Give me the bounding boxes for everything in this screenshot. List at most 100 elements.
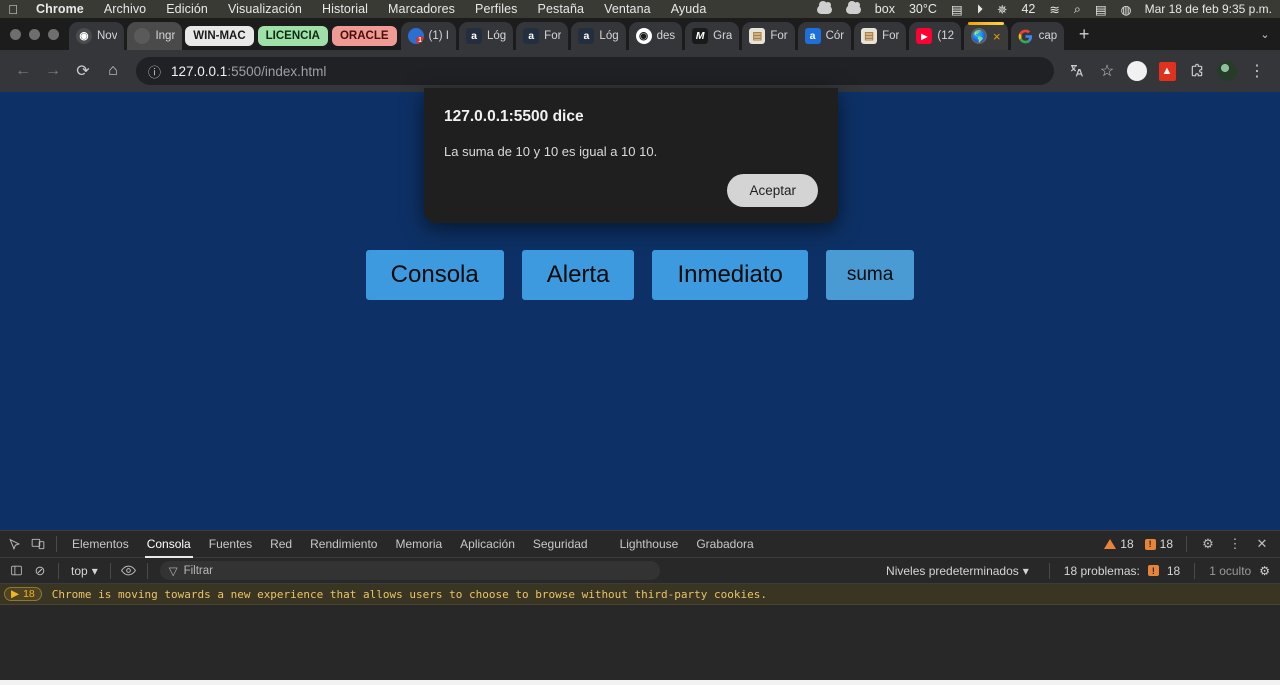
bluetooth-icon[interactable]: ✵: [990, 2, 1014, 17]
problems-label[interactable]: 18 problemas:: [1064, 564, 1140, 578]
cloud-icon-2[interactable]: [839, 0, 868, 14]
tab-amazon-1[interactable]: a Lóg: [458, 22, 514, 50]
live-expression-eye-icon[interactable]: [117, 557, 141, 584]
play-icon[interactable]: ⏵: [970, 2, 990, 17]
inspect-element-icon[interactable]: [2, 531, 26, 558]
tab-search-chevron-icon[interactable]: ⌄: [1250, 18, 1280, 50]
tab-lighthouse[interactable]: Lighthouse: [611, 531, 688, 558]
suma-button[interactable]: suma: [825, 250, 915, 300]
tab-red[interactable]: Red: [261, 531, 301, 558]
spotlight-search-icon[interactable]: ⌕: [1067, 2, 1088, 17]
error-count-badge[interactable]: ! 18: [1141, 537, 1177, 551]
box-logo[interactable]: box: [868, 2, 902, 16]
tab-amazon-blue[interactable]: a Cór: [797, 22, 852, 50]
menu-perfiles[interactable]: Perfiles: [465, 2, 527, 16]
extensions-icon[interactable]: [1182, 56, 1212, 86]
control-center-icon[interactable]: ▤: [1088, 2, 1114, 17]
menu-bar-clock[interactable]: Mar 18 de feb 9:35 p.m.: [1139, 2, 1280, 16]
tab-fuentes[interactable]: Fuentes: [200, 531, 261, 558]
warning-count-badge[interactable]: 18: [1100, 537, 1137, 551]
wifi-icon[interactable]: ≋: [1042, 2, 1066, 17]
tab-doc-1[interactable]: ▤ For: [742, 22, 795, 50]
home-icon[interactable]: ⌂: [98, 56, 128, 86]
numbers-icon[interactable]: ▤: [944, 2, 970, 17]
bookmark-star-icon[interactable]: ☆: [1092, 56, 1122, 86]
devtools-more-icon[interactable]: ⋮: [1223, 531, 1247, 558]
console-sidebar-icon[interactable]: [4, 557, 28, 584]
chrome-menu-icon[interactable]: ⋮: [1242, 56, 1272, 86]
menu-chrome[interactable]: Chrome: [26, 2, 94, 16]
tab-elementos[interactable]: Elementos: [63, 531, 138, 558]
filter-funnel-icon: ▽: [168, 565, 178, 578]
menu-ayuda[interactable]: Ayuda: [661, 2, 717, 16]
tab-google-cap[interactable]: cap: [1010, 22, 1065, 50]
message-count: 18: [23, 588, 35, 600]
warning-triangle-icon: [1104, 539, 1117, 549]
battery-icon[interactable]: 42: [1014, 2, 1042, 16]
accept-button[interactable]: Aceptar: [727, 174, 818, 207]
tab-label: des: [656, 30, 676, 42]
site-info-icon[interactable]: ⓘ: [148, 62, 161, 81]
tab-grabadora[interactable]: Grabadora: [687, 531, 762, 558]
tab-memoria[interactable]: Memoria: [386, 531, 451, 558]
window-close-button[interactable]: [10, 29, 21, 40]
profile-avatar[interactable]: [1212, 56, 1242, 86]
tab-amazon-3[interactable]: a Lóg: [571, 22, 626, 50]
console-warning-row[interactable]: ▶ 18 Chrome is moving towards a new expe…: [0, 584, 1280, 605]
reload-icon[interactable]: ⟳: [68, 56, 98, 86]
tab-nov[interactable]: ◉ Nov: [69, 22, 125, 50]
translate-icon[interactable]: [1062, 56, 1092, 86]
menu-archivo[interactable]: Archivo: [94, 2, 156, 16]
apple-menu-icon[interactable]: : [0, 2, 26, 17]
menu-ventana[interactable]: Ventana: [594, 2, 661, 16]
siri-icon[interactable]: ◍: [1114, 2, 1139, 17]
tab-moodle[interactable]: M Gra: [685, 22, 740, 50]
tab-youtube[interactable]: ▶ (12: [909, 22, 961, 50]
tab-aplicacion[interactable]: Aplicación: [451, 531, 524, 558]
tab-rendimiento[interactable]: Rendimiento: [301, 531, 386, 558]
adobe-pdf-extension-icon[interactable]: ▲: [1152, 56, 1182, 86]
forward-icon[interactable]: →: [38, 56, 68, 86]
menu-pestana[interactable]: Pestaña: [528, 2, 595, 16]
menu-edicion[interactable]: Edición: [156, 2, 218, 16]
new-tab-button[interactable]: +: [1071, 21, 1097, 47]
weather-temp[interactable]: 30°C: [902, 2, 944, 16]
tab-group-licencia[interactable]: LICENCIA: [257, 26, 328, 46]
tab-group-oracle[interactable]: ORACLE: [331, 26, 397, 46]
devtools-close-icon[interactable]: ✕: [1250, 531, 1274, 558]
divider: [1186, 536, 1187, 552]
inmediato-button[interactable]: Inmediato: [652, 250, 808, 300]
console-output-area[interactable]: [0, 605, 1280, 683]
tab-github[interactable]: ◉ des: [628, 22, 683, 50]
window-maximize-button[interactable]: [48, 29, 59, 40]
cloud-icon-1[interactable]: [810, 0, 839, 14]
message-group-badge[interactable]: ▶ 18: [4, 587, 42, 601]
alerta-button[interactable]: Alerta: [521, 250, 635, 300]
menu-marcadores[interactable]: Marcadores: [378, 2, 465, 16]
console-settings-gear-icon[interactable]: ⚙: [1259, 564, 1270, 578]
menu-historial[interactable]: Historial: [312, 2, 378, 16]
close-icon[interactable]: ×: [987, 29, 1001, 44]
tab-doc-2[interactable]: ▤ For: [854, 22, 907, 50]
tab-seguridad[interactable]: Seguridad: [524, 531, 597, 558]
window-minimize-button[interactable]: [29, 29, 40, 40]
settings-gear-icon[interactable]: ⚙: [1196, 531, 1220, 558]
device-toolbar-icon[interactable]: [26, 531, 50, 558]
profile-white-avatar[interactable]: [1122, 56, 1152, 86]
address-bar[interactable]: ⓘ 127.0.0.1 :5500/index.html: [136, 57, 1054, 85]
consola-button[interactable]: Consola: [365, 250, 504, 300]
menu-visualizacion[interactable]: Visualización: [218, 2, 312, 16]
execution-context-selector[interactable]: top ▾: [65, 564, 104, 578]
tab-amazon-2[interactable]: a For: [516, 22, 569, 50]
back-icon[interactable]: ←: [8, 56, 38, 86]
clear-console-icon[interactable]: ⊘: [28, 557, 52, 584]
tab-ingr[interactable]: Ingr: [127, 22, 183, 50]
tab-active-localhost[interactable]: 🌎 ×: [963, 22, 1008, 50]
tab-notification[interactable]: 1 (1) I: [400, 22, 456, 50]
tab-group-win-mac[interactable]: WIN-MAC: [185, 26, 254, 46]
browser-toolbar: ← → ⟳ ⌂ ⓘ 127.0.0.1 :5500/index.html ☆ ▲…: [0, 50, 1280, 92]
console-filter-input[interactable]: ▽ Filtrar: [159, 561, 660, 580]
tab-consola[interactable]: Consola: [138, 531, 200, 558]
log-levels-selector[interactable]: Niveles predeterminados ▾: [880, 564, 1035, 578]
tab-label: Ingr: [155, 30, 176, 42]
